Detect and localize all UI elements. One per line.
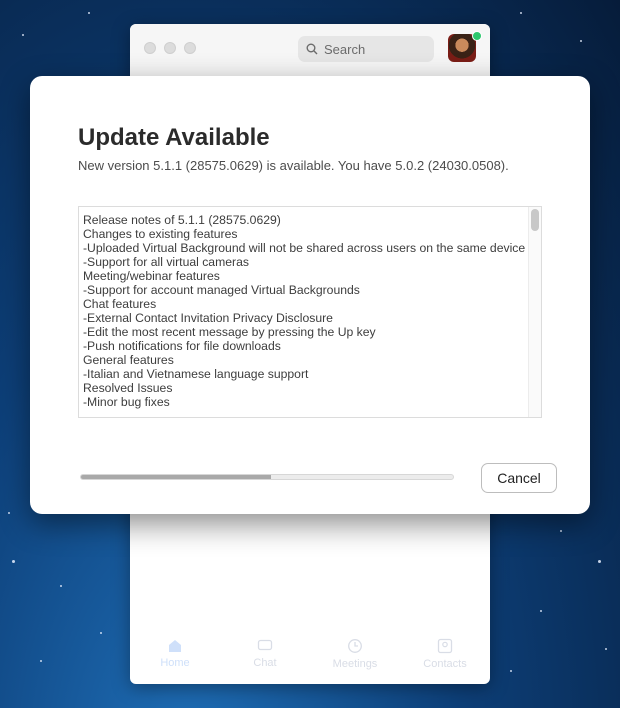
clock-icon [348, 639, 362, 653]
contacts-icon [437, 638, 453, 654]
chat-icon [257, 639, 273, 651]
release-note-line: -Italian and Vietnamese language support [83, 367, 309, 381]
presence-indicator [472, 31, 482, 41]
release-note-line: -Edit the most recent message by pressin… [83, 325, 376, 339]
download-progress-fill [81, 475, 271, 479]
release-note-line [83, 409, 525, 417]
release-note-line: Release notes of 5.1.1 (28575.0629) [83, 213, 281, 227]
scrollbar-thumb[interactable] [531, 209, 539, 231]
close-window-button[interactable] [144, 42, 156, 54]
release-notes-list: Release notes of 5.1.1 (28575.0629) Chang… [79, 213, 526, 417]
release-note-line: -External Contact Invitation Privacy Dis… [83, 311, 333, 325]
search-input[interactable]: Search [298, 36, 434, 62]
nav-chat-label: Chat [253, 657, 277, 669]
nav-meetings[interactable]: Meetings [310, 624, 400, 684]
nav-home-label: Home [160, 657, 190, 669]
bottom-nav: Home Chat Meetings Contacts [130, 624, 490, 684]
release-notes-panel[interactable]: Release notes of 5.1.1 (28575.0629) Chang… [78, 206, 542, 418]
nav-contacts-label: Contacts [423, 658, 467, 670]
zoom-window-button[interactable] [184, 42, 196, 54]
nav-meetings-label: Meetings [332, 658, 378, 670]
nav-contacts[interactable]: Contacts [400, 624, 490, 684]
release-note-line: Chat features [83, 297, 157, 311]
window-titlebar: Search [130, 24, 490, 77]
search-placeholder: Search [324, 41, 366, 57]
release-note-line: Changes to existing features [83, 227, 238, 241]
release-note-line: Meeting/webinar features [83, 269, 220, 283]
home-icon [169, 640, 181, 652]
release-note-line: -Uploaded Virtual Background will not be… [83, 241, 526, 255]
release-note-line: -Minor bug fixes [83, 395, 170, 409]
update-dialog: Update Available New version 5.1.1 (2857… [30, 76, 590, 514]
minimize-window-button[interactable] [164, 42, 176, 54]
cancel-button[interactable]: Cancel [481, 463, 557, 493]
dialog-title: Update Available [78, 124, 270, 151]
search-icon [306, 43, 318, 55]
download-progress-bar [80, 474, 454, 480]
release-note-line: -Support for all virtual cameras [83, 255, 249, 269]
version-info: New version 5.1.1 (28575.0629) is availa… [78, 158, 509, 173]
release-note-line: Resolved Issues [83, 381, 173, 395]
release-notes-scrollbar[interactable] [528, 207, 541, 417]
release-note-line: -Push notifications for file downloads [83, 339, 281, 353]
nav-chat[interactable]: Chat [220, 624, 310, 684]
nav-home[interactable]: Home [130, 624, 220, 684]
release-note-line: -Support for account managed Virtual Bac… [83, 283, 360, 297]
release-note-line: General features [83, 353, 174, 367]
